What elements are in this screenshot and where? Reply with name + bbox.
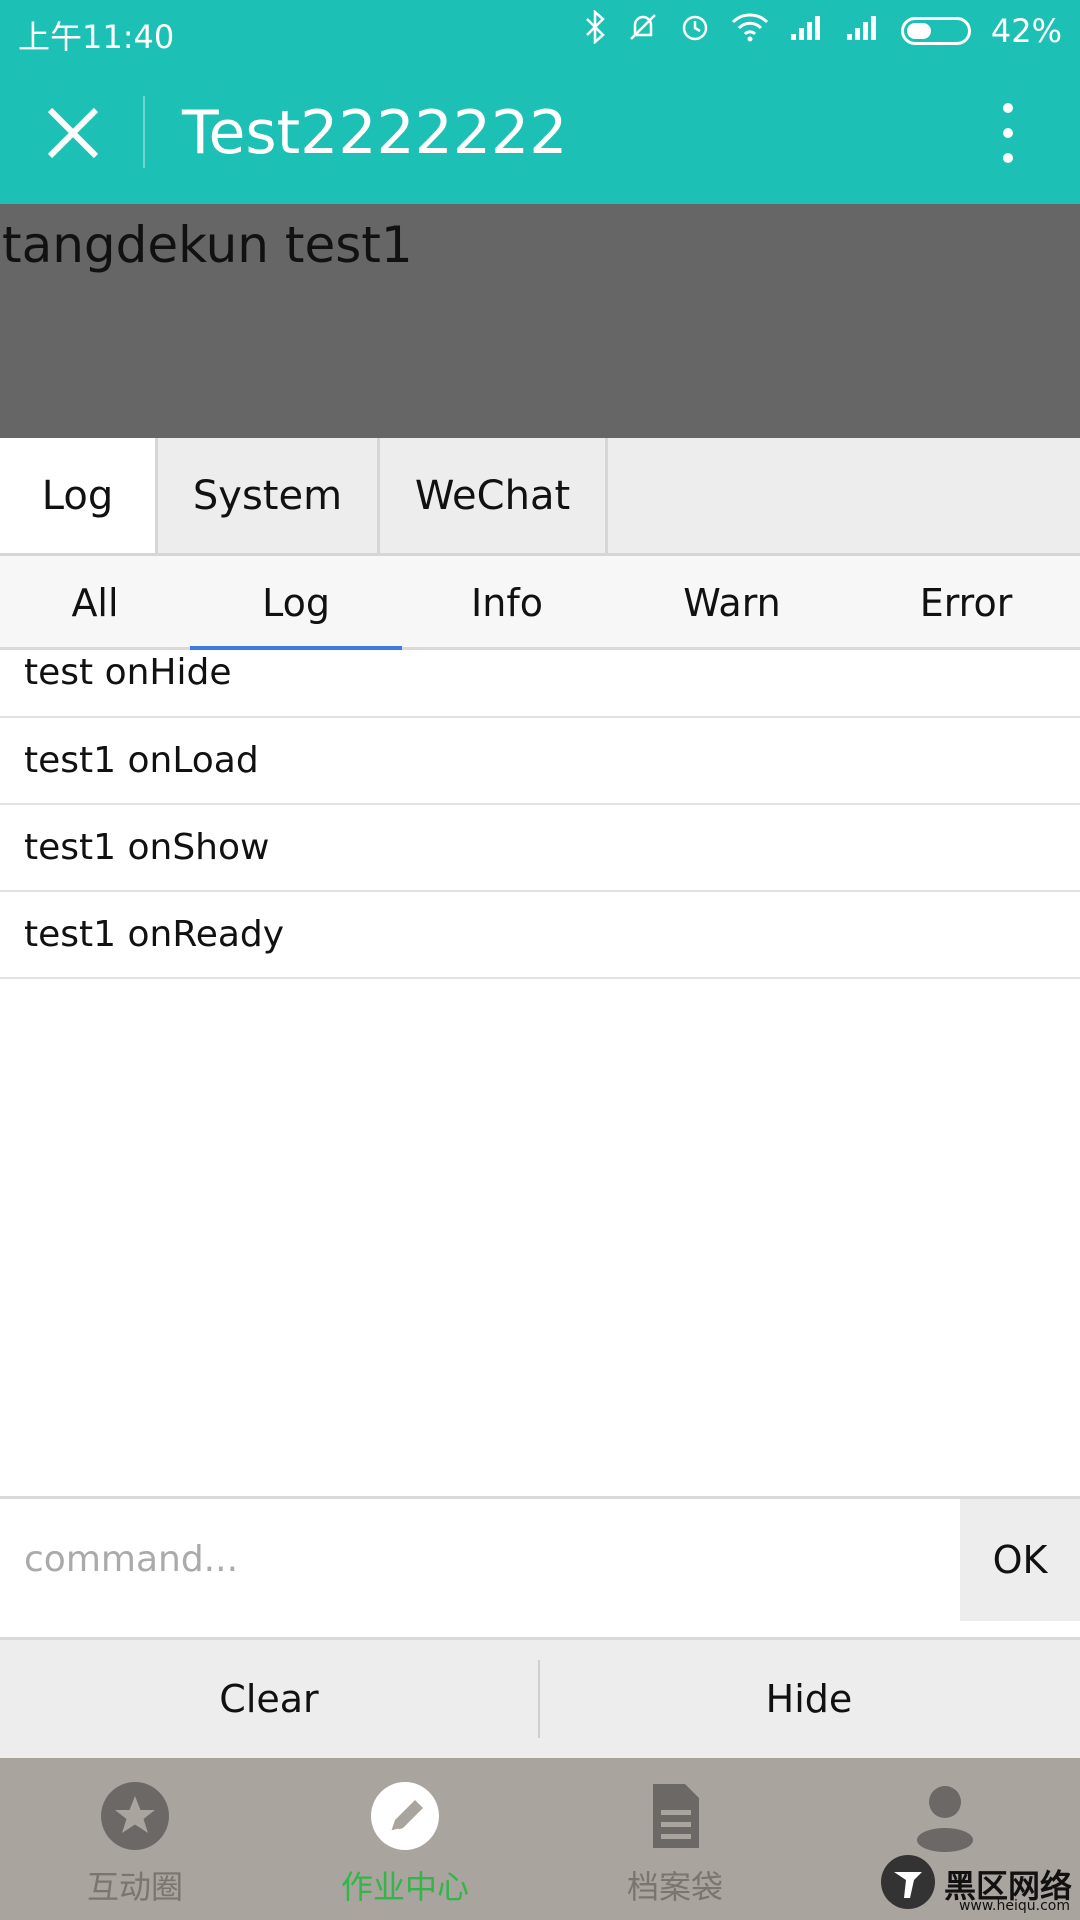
signal-icon <box>789 12 825 50</box>
status-time: 上午11:40 <box>18 18 175 56</box>
watermark-logo-icon <box>880 1854 936 1914</box>
nav-bar: Test2222222 <box>0 60 1080 204</box>
status-icons: 42% <box>585 9 1062 52</box>
panel-tabs: Log System WeChat <box>0 438 1080 556</box>
action-bar: Clear Hide <box>0 1640 1080 1758</box>
tabbar-item-circle[interactable]: 互动圈 <box>0 1758 270 1920</box>
ok-button[interactable]: OK <box>960 1499 1080 1621</box>
pencil-icon <box>369 1780 441 1852</box>
tabbar-item-homework[interactable]: 作业中心 <box>270 1758 540 1920</box>
hide-button[interactable]: Hide <box>540 1640 1078 1758</box>
tab-log[interactable]: Log <box>0 438 158 553</box>
battery-icon <box>900 17 971 45</box>
status-bar: 上午11:40 42% <box>0 0 1080 60</box>
tabbar-label: 档案袋 <box>626 1868 723 1906</box>
bluetooth-icon <box>585 9 607 52</box>
document-icon <box>639 1780 711 1852</box>
log-item: test1 onReady <box>0 892 1080 979</box>
command-bar: OK <box>0 1496 1080 1640</box>
tabbar-label: 互动圈 <box>86 1868 183 1906</box>
log-item: test onHide <box>0 650 1080 718</box>
filter-info[interactable]: Info <box>402 556 612 650</box>
more-vert-icon[interactable] <box>990 98 1026 168</box>
filter-log[interactable]: Log <box>190 556 402 650</box>
filter-all[interactable]: All <box>0 556 190 650</box>
content-text: tangdekun test1 <box>2 216 413 274</box>
mute-bell-icon <box>627 11 659 51</box>
tabbar-label: 作业中心 <box>340 1868 469 1906</box>
filter-warn[interactable]: Warn <box>612 556 852 650</box>
watermark: 黑区网络 www.heiqu.com <box>880 1854 1072 1914</box>
person-icon <box>909 1780 981 1852</box>
clear-button[interactable]: Clear <box>0 1640 538 1758</box>
star-icon <box>99 1780 171 1852</box>
nav-separator <box>143 96 145 168</box>
log-item: test1 onShow <box>0 805 1080 892</box>
tabbar-item-archive[interactable]: 档案袋 <box>540 1758 810 1920</box>
watermark-url: www.heiqu.com <box>958 1898 1070 1914</box>
close-icon[interactable] <box>40 100 106 166</box>
battery-percent: 42% <box>990 12 1062 50</box>
filter-tabs: All Log Info Warn Error <box>0 556 1080 650</box>
signal-icon <box>845 12 881 50</box>
tab-wechat[interactable]: WeChat <box>380 438 608 553</box>
log-list: test onHide test1 onLoad test1 onShow te… <box>0 650 1080 979</box>
bottom-tabbar: 互动圈 作业中心 档案袋 黑区网络 www.heiqu.com <box>0 1758 1080 1920</box>
page-title: Test2222222 <box>182 98 568 168</box>
wifi-icon <box>731 12 769 50</box>
battery-fill <box>906 23 932 39</box>
tab-system[interactable]: System <box>158 438 380 553</box>
alarm-icon <box>679 11 711 51</box>
filter-error[interactable]: Error <box>852 556 1080 650</box>
log-item: test1 onLoad <box>0 718 1080 805</box>
command-input[interactable] <box>24 1529 924 1589</box>
page-content: tangdekun test1 <box>0 204 1080 438</box>
